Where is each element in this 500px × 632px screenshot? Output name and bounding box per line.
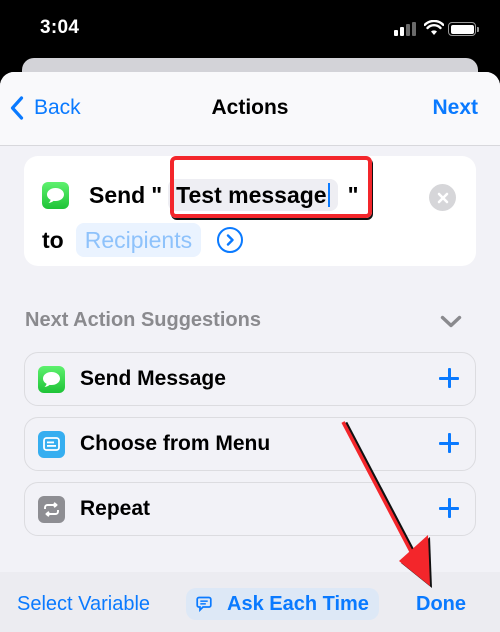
actions-sheet: Back Actions Next Send " Test message " …: [0, 72, 500, 632]
messages-icon: [38, 365, 65, 393]
messages-icon: [42, 181, 69, 209]
status-time: 3:04: [40, 17, 80, 38]
send-message-action-card: Send " Test message " to Recipients: [24, 156, 476, 266]
suggestion-repeat[interactable]: Repeat: [24, 482, 476, 536]
suggestions-header: Next Action Suggestions: [25, 309, 261, 331]
navigation-bar: Back Actions Next: [0, 72, 500, 146]
message-text: Test message: [176, 181, 327, 208]
action-verb: Send: [89, 181, 146, 208]
ask-each-time-button[interactable]: Ask Each Time: [186, 588, 379, 620]
expand-action-button[interactable]: [217, 227, 244, 253]
next-button[interactable]: Next: [432, 96, 478, 120]
add-icon[interactable]: [437, 431, 461, 455]
message-text-field[interactable]: Test message: [168, 179, 338, 211]
suggestion-label: Repeat: [80, 497, 151, 520]
chevron-down-icon[interactable]: [440, 315, 462, 328]
speech-bubble-icon: [196, 596, 212, 612]
cellular-signal-icon: [394, 22, 416, 36]
chevron-right-icon: [226, 234, 234, 246]
keyboard-toolbar: Select Variable Ask Each Time Done: [0, 572, 500, 632]
menu-icon: [38, 430, 65, 458]
battery-icon: [448, 22, 479, 36]
status-bar: 3:04: [0, 0, 500, 58]
close-icon: [437, 192, 448, 203]
text-cursor: [327, 183, 330, 207]
to-label: to: [42, 226, 64, 253]
remove-action-button[interactable]: [429, 184, 456, 211]
chevron-left-icon: [10, 96, 24, 120]
done-button[interactable]: Done: [416, 593, 466, 616]
ask-each-time-label: Ask Each Time: [227, 592, 369, 615]
suggestion-label: Send Message: [80, 367, 226, 390]
back-label: Back: [34, 96, 81, 119]
add-icon[interactable]: [437, 496, 461, 520]
add-icon[interactable]: [437, 366, 461, 390]
action-line-2: to Recipients: [42, 223, 244, 257]
suggestion-label: Choose from Menu: [80, 432, 271, 455]
close-quote: ": [347, 181, 359, 208]
repeat-icon: [38, 495, 65, 523]
back-button[interactable]: Back: [10, 96, 81, 120]
recipients-field[interactable]: Recipients: [75, 223, 202, 257]
open-quote: ": [151, 181, 163, 208]
action-line-1: Send " Test message ": [42, 179, 359, 211]
suggestion-send-message[interactable]: Send Message: [24, 352, 476, 406]
select-variable-button[interactable]: Select Variable: [17, 593, 150, 616]
wifi-icon: [424, 20, 444, 35]
suggestion-choose-from-menu[interactable]: Choose from Menu: [24, 417, 476, 471]
